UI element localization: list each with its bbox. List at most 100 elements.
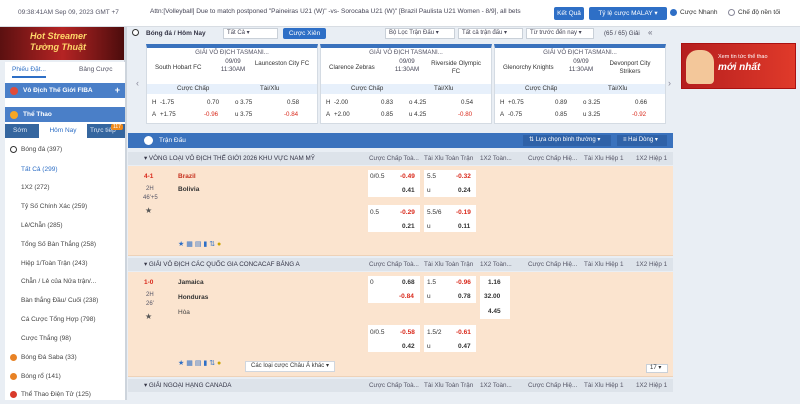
- sidebar-item-outright[interactable]: Cược Thắng (98): [5, 330, 125, 348]
- favorite-star-icon[interactable]: ★: [145, 206, 152, 215]
- sidebar-item-esports[interactable]: Thể Thao Điện Tử (125): [5, 386, 125, 404]
- coin-icon[interactable]: ●: [217, 360, 221, 367]
- hdp-odds[interactable]: -0.49: [400, 173, 415, 180]
- league-filter-select[interactable]: Bộ Lọc Trận Đấu ▾: [385, 28, 455, 39]
- quick-bet-toggle[interactable]: Cược Nhanh: [670, 9, 718, 16]
- ou-odds[interactable]: -0.19: [456, 209, 471, 216]
- card-time: 11:30AM: [568, 66, 594, 73]
- quick-bet-radio[interactable]: [670, 9, 677, 16]
- ou-odds[interactable]: -0.61: [456, 329, 471, 336]
- sidebar-item-half-odd-even[interactable]: Chẵn / Lẻ của Nửa trận/...: [5, 273, 125, 291]
- ou-odds[interactable]: 0.66: [635, 99, 647, 106]
- league-header[interactable]: ▾ VÒNG LOẠI VÔ ĐỊCH THẾ GIỚI 2026 KHU VỰ…: [128, 152, 673, 165]
- featured-match-card[interactable]: GIẢI VÔ ĐỊCH TASMANI... South Hobart FC …: [146, 44, 318, 124]
- stats-icon[interactable]: ▮: [203, 241, 207, 248]
- star-icon[interactable]: ★: [178, 360, 184, 367]
- tab-today[interactable]: Hôm Nay: [39, 124, 87, 138]
- hdp-odds[interactable]: 0.42: [402, 343, 415, 350]
- saba-football-icon: [10, 353, 17, 361]
- odds[interactable]: -0.96: [204, 111, 218, 118]
- ou-odds[interactable]: -0.84: [284, 111, 298, 118]
- ou-line: u: [427, 343, 431, 350]
- hot-streamer-title: Hot Streamer Tường Thuật: [30, 31, 87, 53]
- league-header[interactable]: ▾ GIẢI VÔ ĐỊCH CÁC QUỐC GIA CONCACAF BẢN…: [128, 258, 673, 271]
- ou-odds[interactable]: 0.54: [461, 99, 473, 106]
- hdp-odds[interactable]: -0.58: [400, 329, 415, 336]
- tab-bet-table[interactable]: Bảng Cược: [79, 66, 113, 78]
- sidebar-item-total-goals[interactable]: Tổng Số Bàn Thắng (258): [5, 236, 125, 254]
- 1x2-odds[interactable]: 4.45: [488, 308, 501, 315]
- odds[interactable]: 0.85: [555, 111, 567, 118]
- odds[interactable]: 0.89: [555, 99, 567, 106]
- hot-streamer-banner[interactable]: Hot Streamer Tường Thuật: [0, 27, 125, 60]
- sidebar-item-mix-parlay[interactable]: Cá Cược Tổng Hợp (798): [5, 311, 125, 329]
- more-bets-pager[interactable]: 17 ▾: [646, 364, 668, 373]
- featured-match-card[interactable]: GIẢI VÔ ĐỊCH TASMANI... Glenorchy Knight…: [494, 44, 666, 124]
- tab-bet-slip[interactable]: Phiếu Đặt...: [12, 66, 46, 78]
- hdp-odds[interactable]: -0.84: [399, 293, 414, 300]
- sidebar-item-correct-score[interactable]: Tỷ Số Chính Xác (259): [5, 198, 125, 216]
- combo-bet-button[interactable]: Cược Xiên: [283, 28, 326, 39]
- next-arrow-icon[interactable]: ›: [668, 78, 671, 88]
- tab-early[interactable]: Sớm: [13, 127, 27, 134]
- coin-icon[interactable]: ●: [217, 241, 221, 248]
- ou-odds[interactable]: 0.24: [458, 187, 471, 194]
- league-header[interactable]: ▾ GIẢI NGOẠI HẠNG CANADA Cược Chấp Toà..…: [128, 379, 673, 392]
- grid-icon[interactable]: ▦: [186, 241, 193, 248]
- ou-odds[interactable]: 0.78: [458, 293, 471, 300]
- sidebar-fiba-section[interactable]: Vô Địch Thế Giới FIBA +: [5, 83, 125, 98]
- stats-icon[interactable]: ▮: [203, 360, 207, 367]
- sort-select[interactable]: ⇅ Lựa chọn bình thường ▾: [523, 135, 611, 146]
- ou-odds[interactable]: 0.47: [458, 343, 471, 350]
- sidebar-item-first-last-goal[interactable]: Bàn thắng Đầu/ Cuối (238): [5, 292, 125, 310]
- hdp-odds[interactable]: -0.29: [400, 209, 415, 216]
- sidebar-item-saba-football[interactable]: Bóng Đá Saba (33): [5, 349, 125, 367]
- sidebar-item-1x2[interactable]: 1X2 (272): [5, 179, 125, 197]
- ou-odds[interactable]: -0.80: [458, 111, 472, 118]
- 1x2-odds[interactable]: 32.00: [484, 293, 500, 300]
- favorite-star-icon[interactable]: ★: [145, 312, 152, 321]
- odds[interactable]: 0.85: [381, 111, 393, 118]
- odds-history-icon[interactable]: ⇅: [209, 241, 215, 248]
- hdp-odds[interactable]: 0.41: [402, 187, 415, 194]
- grid-icon[interactable]: ▦: [186, 360, 193, 367]
- sidebar-sports-section[interactable]: Thể Thao: [5, 107, 125, 122]
- news-ad-banner[interactable]: Xem tin tức thể thao mới nhất: [681, 43, 796, 89]
- collapse-icon[interactable]: «: [648, 28, 652, 37]
- ou-odds[interactable]: -0.92: [632, 111, 646, 118]
- sidebar-item-ht-ft[interactable]: Hiệp 1/Toàn Trận (243): [5, 255, 125, 273]
- results-button[interactable]: Kết Quả: [554, 7, 584, 20]
- sport-time-tabs: Sớm Hôm Nay Trực tiếp 117: [5, 124, 125, 138]
- ou-odds[interactable]: 0.58: [287, 99, 299, 106]
- ou-odds[interactable]: -0.96: [456, 279, 471, 286]
- market-filter-select[interactable]: Tất Cả ▾: [223, 28, 278, 39]
- star-icon[interactable]: ★: [178, 241, 184, 248]
- sidebar-item-all[interactable]: Tất Cả (299): [5, 161, 125, 179]
- list-icon[interactable]: ▤: [195, 360, 202, 367]
- collapse-icon[interactable]: ▾: [144, 261, 147, 268]
- odds[interactable]: 0.83: [381, 99, 393, 106]
- list-icon[interactable]: ▤: [195, 241, 202, 248]
- more-asian-bets-button[interactable]: Các loại cược Châu Á khác ▾: [245, 361, 335, 372]
- sidebar-item-basketball[interactable]: Bóng rổ (141): [5, 368, 125, 386]
- announcement-marquee[interactable]: Attn:[Volleyball] Due to match postponed…: [150, 8, 550, 15]
- collapse-icon[interactable]: ▾: [144, 155, 147, 162]
- collapse-icon[interactable]: ▾: [144, 382, 147, 389]
- sidebar-item-odd-even[interactable]: Lẻ/Chẵn (285): [5, 217, 125, 235]
- hdp-odds[interactable]: 0.68: [402, 279, 415, 286]
- night-mode-radio[interactable]: [728, 9, 735, 16]
- 1x2-odds[interactable]: 1.16: [488, 279, 501, 286]
- time-filter-select[interactable]: Từ trước đến nay ▾: [526, 28, 594, 39]
- match-filter-select[interactable]: Tất cả trận đấu ▾: [458, 28, 523, 39]
- view-select[interactable]: ≡ Hai Dòng ▾: [617, 135, 667, 146]
- hdp-odds[interactable]: 0.21: [402, 223, 415, 230]
- odds-history-icon[interactable]: ⇅: [209, 360, 215, 367]
- night-mode-toggle[interactable]: Chế độ nền tối: [728, 9, 780, 16]
- odds[interactable]: 0.70: [207, 99, 219, 106]
- prev-arrow-icon[interactable]: ‹: [136, 78, 139, 88]
- featured-match-card[interactable]: GIẢI VÔ ĐỊCH TASMANI... Clarence Zebras …: [320, 44, 492, 124]
- sidebar-item-football[interactable]: Bóng đá (397): [5, 141, 125, 159]
- odds-type-select[interactable]: Tỷ lệ cược MALAY ▾: [589, 7, 667, 20]
- ou-odds[interactable]: -0.32: [456, 173, 471, 180]
- ou-odds[interactable]: 0.11: [458, 223, 470, 230]
